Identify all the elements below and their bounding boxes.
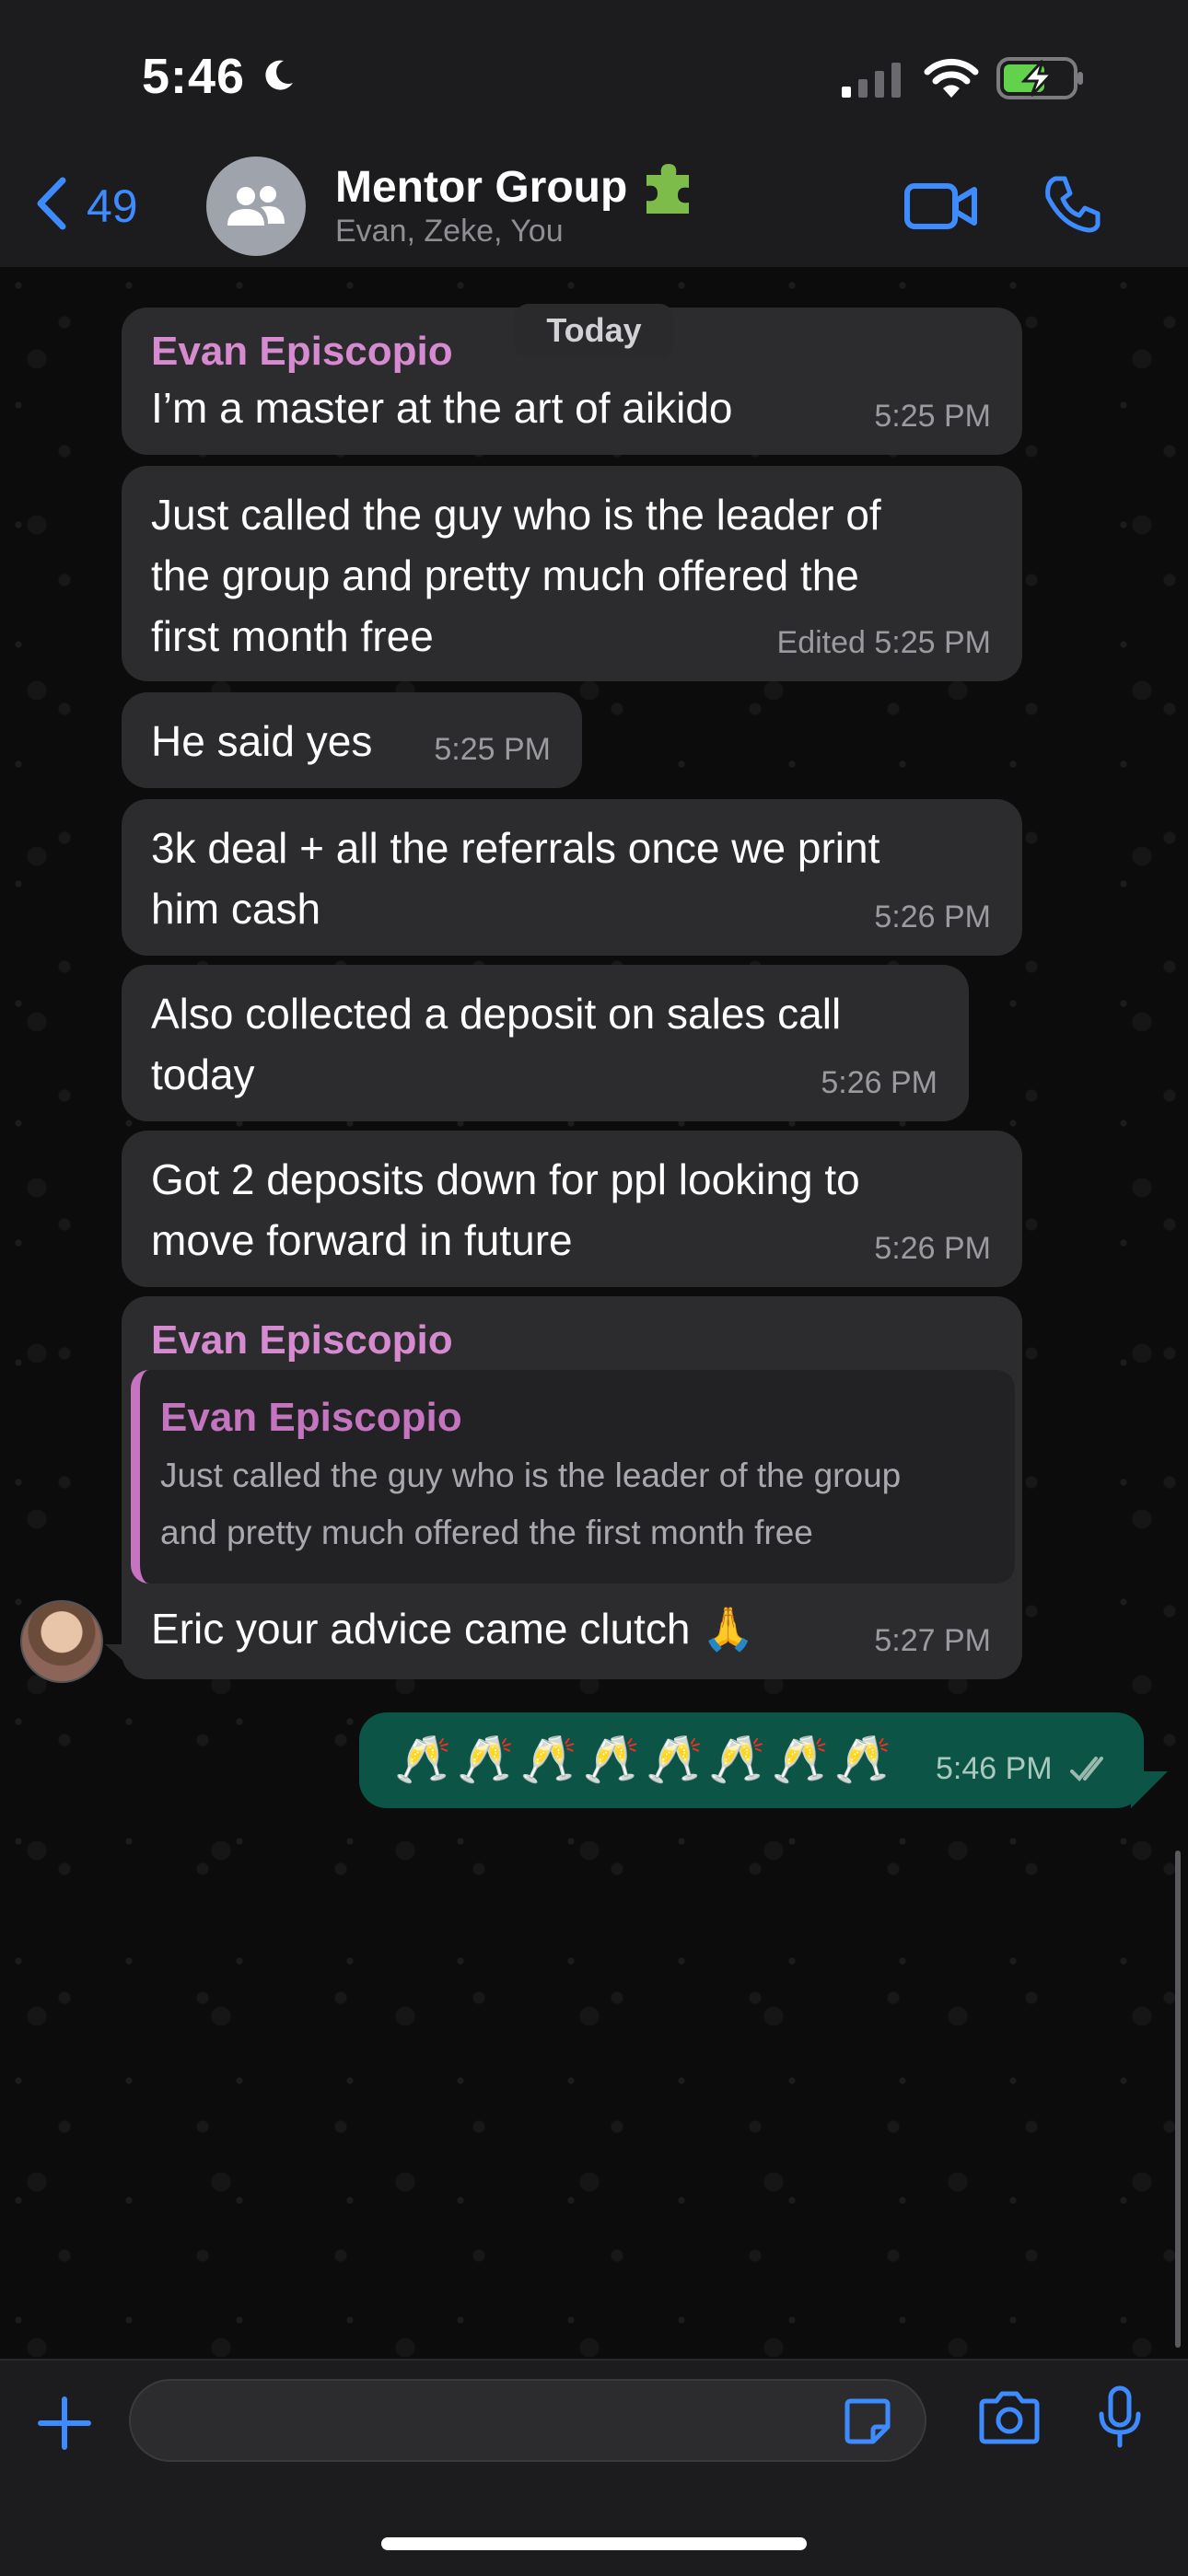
chat-members: Evan, Zeke, You [335, 214, 564, 249]
sender-avatar[interactable] [20, 1600, 103, 1683]
plus-icon [38, 2396, 91, 2450]
group-avatar[interactable] [206, 157, 306, 256]
sent-message-text: 🥂🥂🥂🥂🥂🥂🥂🥂 [394, 1727, 897, 1792]
message-bubble[interactable]: He said yes 5:25 PM [122, 692, 582, 788]
message-bubble[interactable]: 3k deal + all the referrals once we prin… [122, 799, 1022, 956]
puzzle-piece-emoji-icon [637, 158, 696, 222]
message-time: 5:26 PM [874, 1231, 991, 1266]
camera-icon [979, 2391, 1040, 2444]
chat-title[interactable]: Mentor Group [335, 162, 627, 213]
video-camera-icon [904, 183, 977, 229]
camera-button[interactable] [976, 2390, 1042, 2450]
message-text-line: Just called the guy who is the leader of [151, 491, 881, 539]
date-separator: Today [514, 304, 674, 357]
message-text: Eric your advice came clutch 🙏 [151, 1605, 755, 1653]
message-bubble[interactable]: Also collected a deposit on sales call t… [122, 965, 969, 1121]
quoted-sender: Evan Episcopio [160, 1395, 462, 1440]
back-button[interactable]: 49 [33, 177, 138, 235]
message-sender: Evan Episcopio [151, 1317, 453, 1363]
moon-icon [260, 57, 297, 99]
message-text-line: 3k deal + all the referrals once we prin… [151, 824, 880, 872]
cellular-signal-icon [840, 61, 906, 102]
group-icon [227, 186, 285, 226]
bubble-tail [105, 1644, 142, 1677]
message-input[interactable] [129, 2379, 926, 2462]
message-bubble[interactable]: Got 2 deposits down for ppl looking to m… [122, 1131, 1022, 1287]
chevron-left-icon [33, 177, 70, 235]
message-time: 5:46 PM [936, 1751, 1053, 1786]
message-text-line: him cash [151, 885, 321, 933]
quoted-message[interactable]: Evan Episcopio Just called the guy who i… [131, 1370, 1015, 1584]
sticker-icon [844, 2398, 891, 2444]
message-time: 5:25 PM [434, 732, 551, 767]
quoted-text-line: Just called the guy who is the leader of… [160, 1456, 902, 1494]
message-time: Edited 5:25 PM [776, 625, 991, 660]
status-time: 5:46 [142, 49, 246, 104]
voice-call-button[interactable] [1042, 175, 1101, 238]
scrollbar[interactable] [1175, 1851, 1181, 2348]
message-time: 5:27 PM [874, 1623, 991, 1658]
message-text: I’m a master at the art of aikido [151, 384, 733, 432]
message-time: 5:25 PM [874, 399, 991, 434]
read-receipt-icon [1070, 1755, 1118, 1789]
wifi-icon [923, 57, 980, 104]
message-text-line: Got 2 deposits down for ppl looking to [151, 1155, 860, 1203]
sent-message-emoji: 🥂🥂🥂🥂🥂🥂🥂🥂 [394, 1734, 898, 1785]
message-time: 5:26 PM [821, 1065, 938, 1100]
message-text-line: the group and pretty much offered the [151, 551, 859, 599]
header-bar: 5:46 49 Mentor Group Evan, Zeke, You [0, 0, 1188, 267]
message-text-line: Also collected a deposit on sales call [151, 990, 842, 1038]
phone-icon [1045, 176, 1101, 233]
message-text-line: move forward in future [151, 1216, 573, 1264]
quoted-text-line: and pretty much offered the first month … [160, 1514, 813, 1551]
unread-count: 49 [87, 180, 138, 232]
microphone-icon [1099, 2385, 1141, 2448]
home-indicator[interactable] [381, 2537, 807, 2550]
battery-charging-icon [996, 55, 1085, 106]
message-bubble[interactable]: Just called the guy who is the leader of… [122, 466, 1022, 681]
message-time: 5:26 PM [874, 899, 991, 934]
attach-button[interactable] [35, 2394, 94, 2457]
voice-message-button[interactable] [1094, 2385, 1146, 2455]
bubble-tail [1131, 1771, 1168, 1808]
video-call-button[interactable] [904, 180, 978, 237]
sticker-button[interactable] [842, 2396, 893, 2452]
